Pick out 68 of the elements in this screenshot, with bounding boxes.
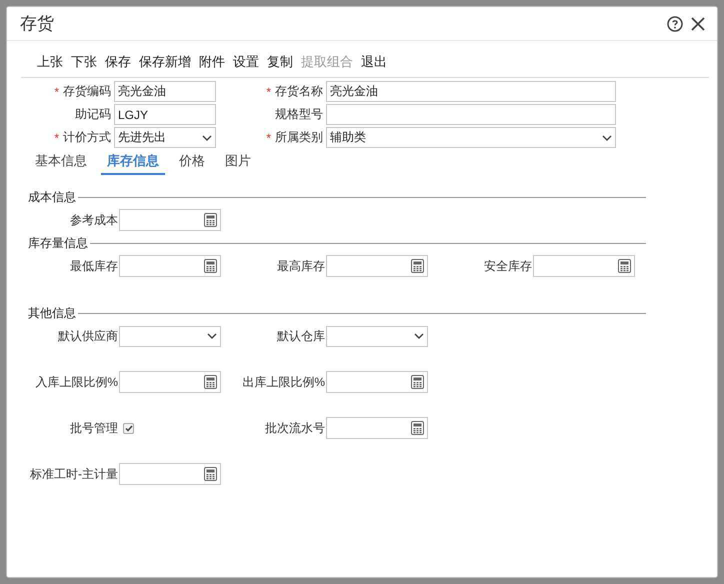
tab[interactable]: 库存信息 [101, 150, 165, 175]
toolbar-button[interactable]: 保存新增 [135, 53, 195, 71]
required-mark: * [266, 84, 271, 98]
section-title: 库存量信息 [28, 235, 88, 252]
field-label: 所属类别 [275, 129, 323, 146]
field-label: 助记码 [75, 106, 111, 123]
dropdown-field[interactable]: 先进先出 [114, 127, 216, 148]
field-label: 最低库存 [69, 258, 118, 274]
window-title: 存货 [20, 13, 55, 35]
required-mark: * [54, 84, 59, 98]
calculator-icon[interactable] [204, 259, 217, 273]
text-field[interactable]: 亮光金油 [326, 81, 616, 102]
close-button[interactable] [691, 16, 705, 30]
tab[interactable]: 图片 [219, 150, 257, 175]
dropdown-field[interactable]: 辅助类 [326, 127, 616, 148]
section-title: 其他信息 [28, 305, 76, 322]
calculator-icon[interactable] [411, 421, 424, 435]
field-label: 出库上限比例% [241, 374, 325, 390]
number-field[interactable] [119, 255, 221, 277]
help-button[interactable] [667, 16, 683, 32]
number-field[interactable] [119, 209, 221, 231]
number-field[interactable] [533, 255, 635, 277]
text-field[interactable]: LGJY [114, 104, 216, 125]
field-label: 计价方式 [63, 129, 111, 146]
calculator-icon[interactable] [618, 259, 631, 273]
number-field[interactable] [119, 463, 221, 485]
calculator-icon[interactable] [204, 467, 217, 481]
dropdown-field[interactable] [326, 326, 428, 346]
number-field[interactable] [326, 417, 428, 439]
text-field[interactable]: 亮光金油 [114, 81, 216, 102]
number-field[interactable] [119, 371, 221, 393]
field-label: 默认供应商 [57, 328, 118, 344]
field-label: 标准工时-主计量 [29, 466, 118, 482]
calculator-icon[interactable] [411, 259, 424, 273]
toolbar-button[interactable]: 下张 [67, 53, 101, 71]
required-mark: * [266, 130, 271, 144]
toolbar-button[interactable]: 附件 [195, 53, 229, 71]
field-label: 参考成本 [69, 212, 118, 228]
toolbar-button[interactable]: 上张 [33, 53, 67, 71]
toolbar-button[interactable]: 保存 [101, 53, 135, 71]
field-label: 规格型号 [275, 106, 323, 123]
tab[interactable]: 基本信息 [29, 150, 93, 175]
number-field[interactable] [326, 371, 428, 393]
field-label: 最高库存 [276, 258, 325, 274]
chevron-down-icon [207, 333, 217, 339]
field-label: 存货名称 [275, 83, 323, 100]
text-field[interactable] [326, 104, 616, 125]
toolbar-button[interactable]: 设置 [229, 53, 263, 71]
calculator-icon[interactable] [204, 213, 217, 227]
toolbar-button[interactable]: 复制 [263, 53, 297, 71]
chevron-down-icon [414, 333, 424, 339]
number-field[interactable] [326, 255, 428, 277]
chevron-down-icon [602, 134, 612, 140]
field-label: 批号管理 [69, 420, 118, 436]
dropdown-field[interactable] [119, 326, 221, 346]
chevron-down-icon [202, 134, 212, 140]
field-label: 存货编码 [63, 83, 111, 100]
field-label: 批次流水号 [264, 420, 325, 436]
field-label: 入库上限比例% [34, 374, 118, 390]
field-label: 默认仓库 [276, 328, 325, 344]
calculator-icon[interactable] [204, 375, 217, 389]
checkbox[interactable] [123, 422, 134, 434]
section-title: 成本信息 [28, 189, 76, 206]
calculator-icon[interactable] [411, 375, 424, 389]
tab[interactable]: 价格 [173, 150, 211, 175]
field-label: 安全库存 [483, 258, 532, 274]
required-mark: * [54, 130, 59, 144]
toolbar-button[interactable]: 退出 [357, 53, 391, 71]
